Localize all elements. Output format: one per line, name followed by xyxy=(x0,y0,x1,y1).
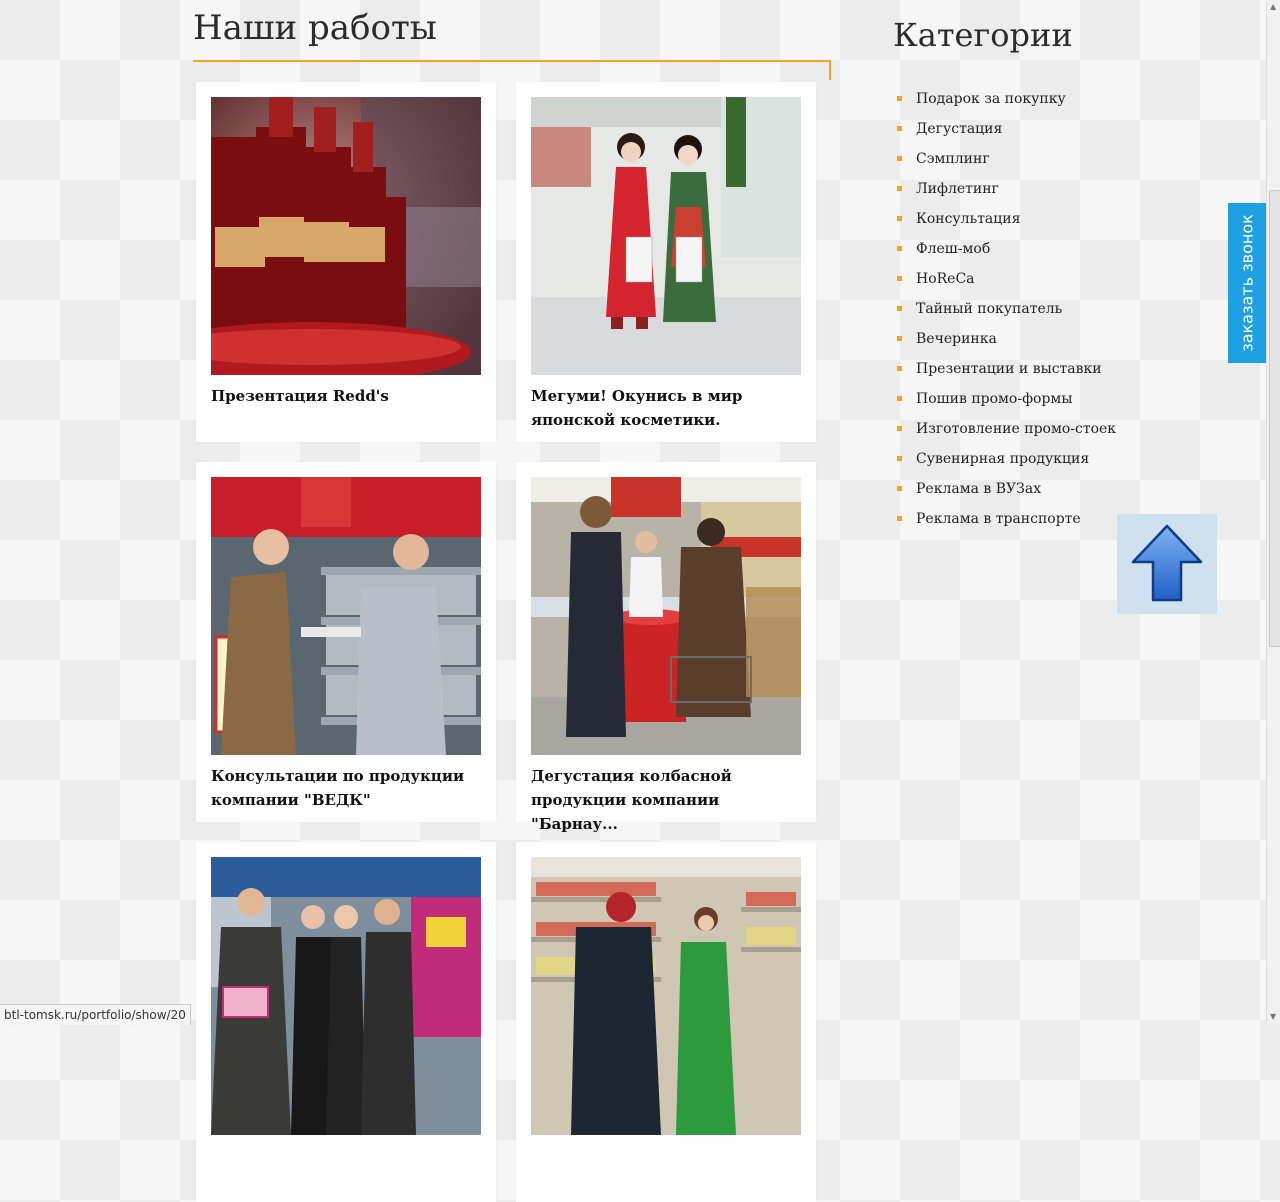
category-link[interactable]: Флеш-моб xyxy=(897,238,1116,268)
arrow-up-icon xyxy=(1131,524,1203,602)
scroll-down-arrow-icon[interactable]: ▼ xyxy=(1270,1012,1276,1021)
category-link[interactable]: Лифлетинг xyxy=(897,178,1116,208)
bullet-icon xyxy=(897,396,902,401)
page-scrollbar[interactable]: ▲ ▼ xyxy=(1266,0,1280,1024)
bullet-icon xyxy=(897,306,902,311)
title-underline-tick xyxy=(829,60,831,80)
title-underline xyxy=(193,60,829,62)
bullet-icon xyxy=(897,366,902,371)
category-link[interactable]: HoReCa xyxy=(897,268,1116,298)
category-link[interactable]: Сувенирная продукция xyxy=(897,448,1116,478)
category-link[interactable]: Консультация xyxy=(897,208,1116,238)
category-link[interactable]: Реклама в транспорте xyxy=(897,508,1116,538)
category-link[interactable]: Подарок за покупку xyxy=(897,88,1116,118)
category-link[interactable]: Вечеринка xyxy=(897,328,1116,358)
portfolio-card[interactable] xyxy=(196,842,496,1202)
bullet-icon xyxy=(897,216,902,221)
scroll-to-top-button[interactable] xyxy=(1117,514,1217,614)
status-bar-url: btl-tomsk.ru/portfolio/show/20 xyxy=(0,1004,191,1025)
beer-bottles-photo-icon xyxy=(211,97,481,375)
scroll-up-arrow-icon[interactable]: ▲ xyxy=(1270,2,1276,11)
category-link[interactable]: Пошив промо-формы xyxy=(897,388,1116,418)
bullet-icon xyxy=(897,276,902,281)
bullet-icon xyxy=(897,336,902,341)
portfolio-image[interactable] xyxy=(531,477,801,755)
callback-button[interactable]: заказать звонок xyxy=(1228,203,1266,363)
portfolio-caption[interactable]: Дегустация колбасной продукции компании … xyxy=(531,764,806,836)
portfolio-caption[interactable]: Мегуми! Окунись в мир японской косметики… xyxy=(531,384,806,432)
category-link[interactable]: Реклама в ВУЗах xyxy=(897,478,1116,508)
sausage-tasting-photo-icon xyxy=(531,477,801,755)
category-link[interactable]: Тайный покупатель xyxy=(897,298,1116,328)
bullet-icon xyxy=(897,246,902,251)
category-link[interactable]: Презентации и выставки xyxy=(897,358,1116,388)
bullet-icon xyxy=(897,486,902,491)
promo-team-photo-icon xyxy=(211,857,481,1135)
bullet-icon xyxy=(897,126,902,131)
portfolio-image[interactable] xyxy=(531,97,801,375)
portfolio-card[interactable] xyxy=(516,842,816,1202)
portfolio-image[interactable] xyxy=(211,477,481,755)
kimono-promoters-photo-icon xyxy=(531,97,801,375)
liquor-store-consultation-photo-icon xyxy=(211,477,481,755)
portfolio-caption[interactable]: Консультации по продукции компании "ВЕДК… xyxy=(211,764,486,812)
bullet-icon xyxy=(897,156,902,161)
portfolio-caption[interactable]: Презентация Redd's xyxy=(211,384,486,408)
supermarket-promoter-photo-icon xyxy=(531,857,801,1135)
bullet-icon xyxy=(897,516,902,521)
portfolio-card[interactable]: Дегустация колбасной продукции компании … xyxy=(516,462,816,833)
portfolio-image[interactable] xyxy=(211,97,481,375)
category-link[interactable]: Изготовление промо-стоек xyxy=(897,418,1116,448)
categories-title: Категории xyxy=(893,16,1073,54)
callback-label: заказать звонок xyxy=(1237,214,1257,352)
category-link[interactable]: Сэмплинг xyxy=(897,148,1116,178)
categories-list: Подарок за покупку Дегустация Сэмплинг Л… xyxy=(897,88,1116,538)
bullet-icon xyxy=(897,96,902,101)
scrollbar-thumb[interactable] xyxy=(1269,190,1280,647)
category-link[interactable]: Дегустация xyxy=(897,118,1116,148)
portfolio-card[interactable]: Консультации по продукции компании "ВЕДК… xyxy=(196,462,496,822)
portfolio-title: Наши работы xyxy=(193,8,437,48)
portfolio-card[interactable]: Презентация Redd's xyxy=(196,82,496,442)
portfolio-card[interactable]: Мегуми! Окунись в мир японской косметики… xyxy=(516,82,816,442)
portfolio-image[interactable] xyxy=(531,857,801,1135)
bullet-icon xyxy=(897,186,902,191)
bullet-icon xyxy=(897,456,902,461)
portfolio-image[interactable] xyxy=(211,857,481,1135)
bullet-icon xyxy=(897,426,902,431)
